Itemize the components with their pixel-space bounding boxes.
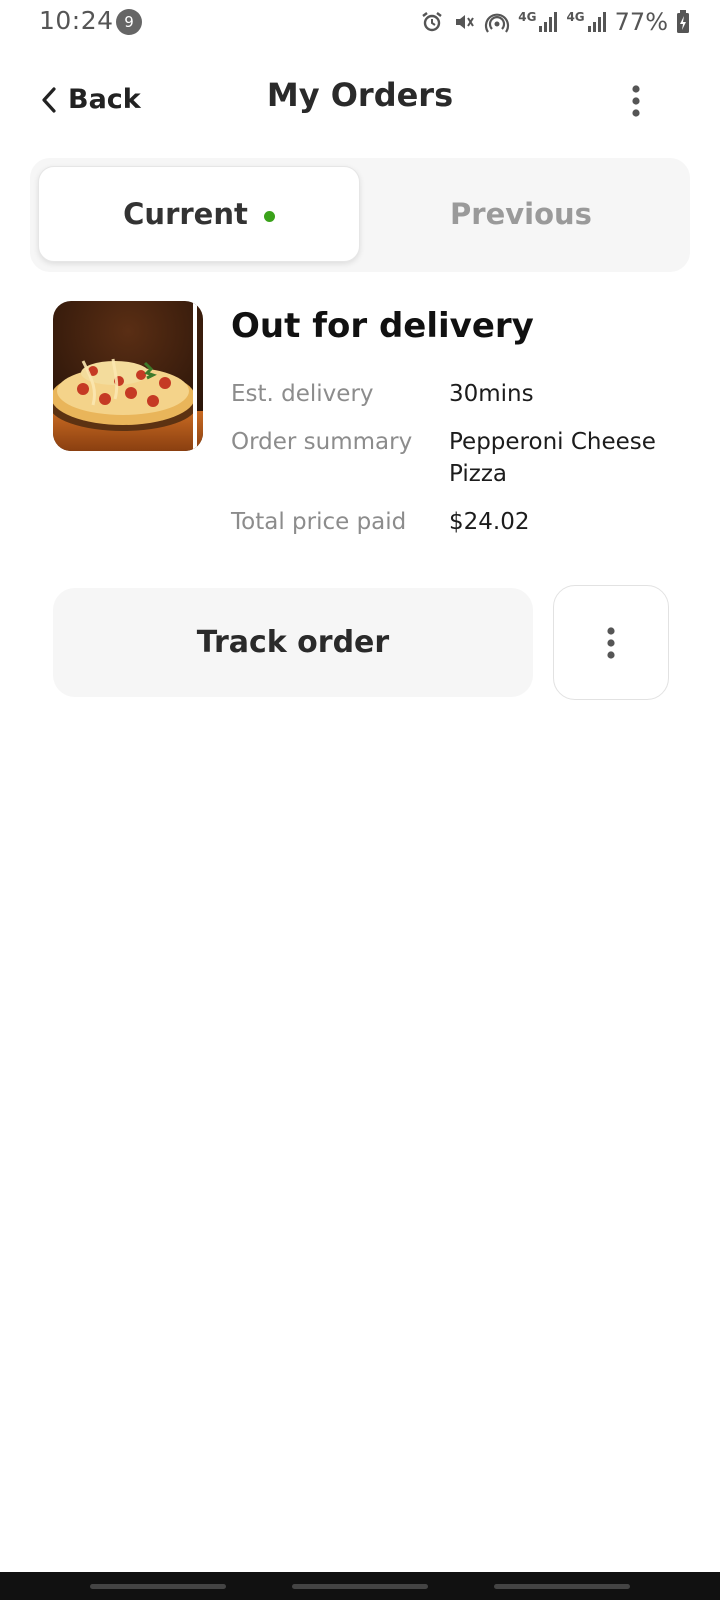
mute-icon bbox=[456, 15, 475, 29]
detail-value: Pepperoni Cheese Pizza bbox=[449, 429, 656, 487]
detail-row-est-delivery: Est. delivery 30mins bbox=[231, 378, 691, 426]
order-tabs: Current Previous bbox=[30, 158, 690, 272]
detail-label: Total price paid bbox=[231, 509, 407, 535]
more-vertical-icon bbox=[632, 85, 640, 117]
system-nav-bar bbox=[0, 1572, 720, 1600]
nav-recents-handle[interactable] bbox=[90, 1584, 226, 1589]
detail-value: 30mins bbox=[449, 381, 534, 407]
alarm-icon bbox=[422, 12, 442, 32]
signal-icon-2 bbox=[587, 12, 606, 32]
active-indicator-dot bbox=[263, 210, 275, 222]
hotspot-icon bbox=[485, 13, 510, 33]
signal-icon-1 bbox=[539, 12, 558, 32]
track-order-button[interactable]: Track order bbox=[53, 588, 533, 697]
order-details: Est. delivery 30mins Order summary Peppe… bbox=[231, 378, 691, 546]
detail-label: Est. delivery bbox=[231, 381, 374, 407]
tab-current[interactable]: Current bbox=[38, 166, 360, 262]
tab-previous-label: Previous bbox=[450, 197, 592, 231]
status-bar: 10:24 9 4G 4G 77% bbox=[0, 0, 720, 44]
order-options-button[interactable] bbox=[553, 585, 669, 700]
detail-row-total-price: Total price paid $24.02 bbox=[231, 506, 691, 546]
pizza-photo-icon bbox=[53, 301, 203, 451]
more-options-button[interactable] bbox=[626, 84, 646, 118]
status-icons: 4G 4G 77% bbox=[420, 8, 690, 36]
more-vertical-icon bbox=[607, 626, 615, 659]
nav-back-handle[interactable] bbox=[494, 1584, 630, 1589]
network-label-1: 4G bbox=[518, 10, 537, 24]
detail-label: Order summary bbox=[231, 429, 413, 455]
order-status: Out for delivery bbox=[231, 306, 534, 346]
notification-badge: 9 bbox=[116, 9, 142, 35]
battery-percent: 77% bbox=[614, 8, 668, 36]
header: Back My Orders bbox=[0, 70, 720, 130]
order-image bbox=[53, 301, 203, 451]
network-label-2: 4G bbox=[566, 10, 585, 24]
tab-previous[interactable]: Previous bbox=[360, 166, 682, 262]
tab-current-label: Current bbox=[123, 197, 248, 231]
status-time: 10:24 bbox=[39, 6, 114, 35]
detail-value: $24.02 bbox=[449, 509, 530, 535]
detail-row-order-summary: Order summary Pepperoni Cheese Pizza bbox=[231, 426, 691, 506]
page-title: My Orders bbox=[266, 76, 454, 114]
battery-icon bbox=[677, 10, 689, 33]
nav-home-handle[interactable] bbox=[292, 1584, 428, 1589]
